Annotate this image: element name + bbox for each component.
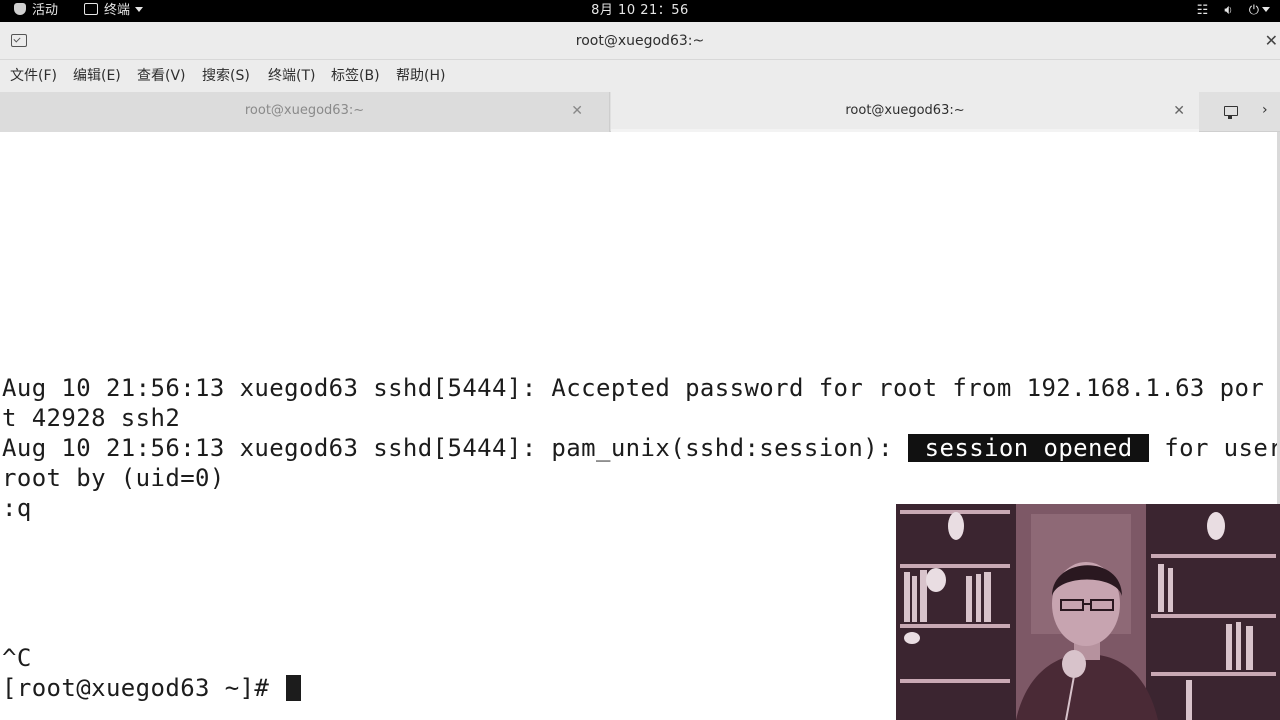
volume-icon: 🔉︎ — [1224, 3, 1233, 18]
window-titlebar[interactable]: root@xuegod63:~ ✕ — [0, 22, 1280, 60]
menu-file[interactable]: 文件(F) — [10, 60, 57, 92]
text-cursor — [286, 675, 302, 701]
terminal-line: :q — [2, 494, 32, 522]
menu-terminal[interactable]: 终端(T) — [268, 60, 315, 92]
terminal-line: ^C — [2, 644, 32, 672]
tab-label: root@xuegod63:~ — [244, 103, 365, 118]
terminal-line-tail: for user — [1164, 434, 1280, 462]
search-highlight: session opened — [907, 434, 1150, 462]
menu-edit[interactable]: 编辑(E) — [73, 60, 121, 92]
terminal-line-text: Aug 10 21:56:13 xuegod63 sshd[5444]: pam… — [2, 434, 893, 462]
presenter-video-image — [896, 504, 1280, 720]
search-highlight-text: session opened — [924, 434, 1133, 462]
webcam-overlay — [896, 504, 1280, 720]
network-icon: ☷ — [1196, 3, 1209, 18]
tab-scroll-right-icon[interactable]: › — [1262, 102, 1268, 118]
terminal-line: Aug 10 21:56:13 xuegod63 sshd[5444]: pam… — [2, 433, 1280, 463]
tab-terminal-1[interactable]: root@xuegod63:~ ✕ — [0, 92, 610, 132]
menu-help[interactable]: 帮助(H) — [396, 60, 445, 92]
menu-bar: 文件(F) 编辑(E) 查看(V) 搜索(S) 终端(T) 标签(B) 帮助(H… — [0, 60, 1280, 92]
close-icon[interactable]: ✕ — [1173, 92, 1185, 130]
tab-label: root@xuegod63:~ — [845, 103, 965, 118]
terminal-line: root by (uid=0) — [2, 464, 225, 492]
tab-bar: root@xuegod63:~ ✕ root@xuegod63:~ ✕ › — [0, 92, 1280, 132]
menu-search[interactable]: 搜索(S) — [202, 60, 250, 92]
menu-tabs[interactable]: 标签(B) — [331, 60, 380, 92]
chevron-down-icon — [1262, 7, 1270, 12]
terminal-prompt-line[interactable]: [root@xuegod63 ~]# — [2, 673, 302, 703]
power-icon: ⏻ — [1249, 0, 1270, 22]
clock[interactable]: 8月 10 21：56 — [0, 0, 1280, 22]
shell-prompt: [root@xuegod63 ~]# — [2, 674, 285, 702]
close-icon[interactable]: ✕ — [1265, 31, 1278, 50]
new-tab-button[interactable] — [1212, 92, 1248, 132]
new-tab-icon — [1224, 106, 1238, 119]
system-tray[interactable]: ☷ 🔉︎ ⏻ — [1185, 0, 1270, 22]
close-icon[interactable]: ✕ — [571, 92, 583, 130]
terminal-line: t 42928 ssh2 — [2, 404, 181, 432]
terminal-line: Aug 10 21:56:13 xuegod63 sshd[5444]: Acc… — [2, 374, 1265, 402]
menu-view[interactable]: 查看(V) — [137, 60, 186, 92]
top-bar: 活动 终端 8月 10 21：56 ☷ 🔉︎ ⏻ — [0, 0, 1280, 22]
window-title: root@xuegod63:~ — [575, 33, 705, 49]
tab-terminal-2[interactable]: root@xuegod63:~ ✕ — [611, 92, 1199, 132]
